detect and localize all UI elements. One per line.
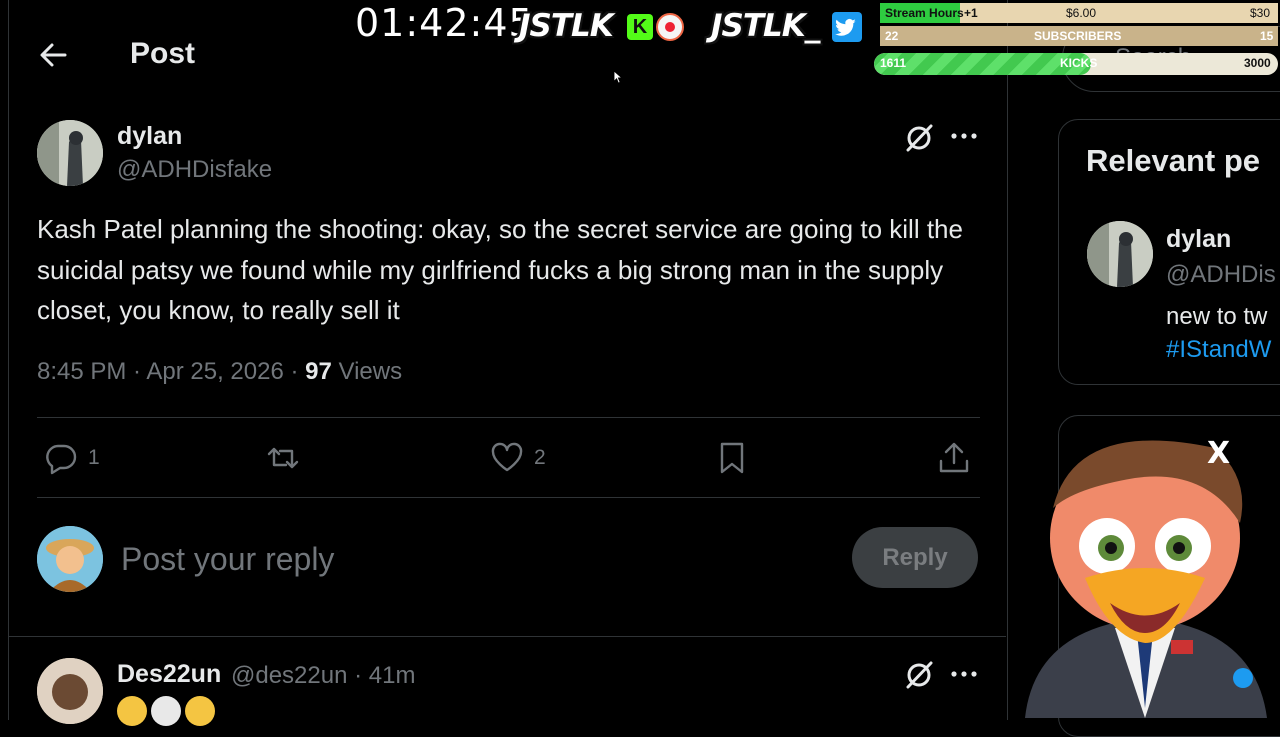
stream-hours-bar: Stream Hours +1 $6.00 $30 [880, 3, 1278, 23]
reply-author-avatar[interactable] [37, 658, 103, 724]
stream-hours-end: $30 [1250, 6, 1271, 20]
subscribers-goal: 15 [1260, 29, 1274, 43]
relevant-user-handle[interactable]: @ADHDis [1166, 261, 1276, 289]
current-user-avatar[interactable] [37, 526, 103, 592]
reply-count: 1 [88, 446, 100, 469]
share-icon [939, 442, 969, 473]
mascot-close-label: X [1207, 436, 1231, 471]
relevant-user-bio: new to tw [1166, 303, 1268, 330]
post-text: Kash Patel planning the shooting: okay, … [37, 214, 963, 325]
back-arrow-icon[interactable] [38, 40, 68, 70]
emoji-icon [151, 696, 181, 726]
like-icon [491, 442, 523, 472]
author-name[interactable]: dylan [117, 122, 182, 151]
divider-top [37, 417, 980, 418]
stream-timer: 01:42:45 [355, 1, 534, 45]
repost-icon [267, 447, 299, 469]
mouse-cursor-icon [613, 69, 624, 89]
grok-icon[interactable] [903, 658, 935, 690]
post-timestamp[interactable]: 8:45 PM · Apr 25, 2026 · [37, 358, 305, 385]
kicks-fill [874, 53, 1091, 75]
mascot-illustration [1015, 428, 1277, 718]
views-count: 97 [305, 358, 332, 385]
subscribers-label: SUBSCRIBERS [1034, 29, 1122, 43]
more-icon[interactable] [950, 664, 978, 684]
kick-icon: K [627, 14, 653, 40]
relevant-user-avatar[interactable] [1087, 221, 1153, 287]
kicks-label: KICKS [1060, 56, 1098, 70]
post-meta: 8:45 PM · Apr 25, 2026 · 97 Views [37, 358, 402, 386]
share-action[interactable] [937, 438, 971, 478]
kicks-goal: 3000 [1244, 56, 1271, 70]
brand-logo-twitter: JSTLK_ [711, 8, 820, 44]
reply-author-name[interactable]: Des22un [117, 660, 221, 689]
kicks-current: 1611 [880, 56, 907, 70]
twitter-bird-icon [832, 12, 862, 42]
brand-logo-kick: JSTLK [519, 8, 614, 44]
stream-hours-mid: $6.00 [1066, 6, 1097, 20]
reply-input[interactable] [119, 536, 823, 582]
reply-button[interactable]: Reply [852, 527, 978, 588]
like-count: 2 [534, 446, 546, 469]
stream-hours-bonus: +1 [964, 6, 978, 20]
relevant-user-hashtag[interactable]: #IStandW [1166, 336, 1271, 364]
divider-replies [9, 636, 1006, 637]
stream-hours-label: Stream Hours [885, 6, 964, 20]
reply-action[interactable]: 1 [44, 438, 100, 478]
subscribers-current: 22 [885, 29, 899, 43]
emoji-icon [117, 696, 147, 726]
emoji-icon [185, 696, 215, 726]
reply-emoji-row [117, 696, 215, 726]
reply-author-meta[interactable]: @des22un · 41m [231, 662, 415, 690]
relevant-people-title: Relevant pe [1086, 143, 1261, 178]
page-title: Post [130, 37, 196, 70]
repost-action[interactable] [266, 438, 310, 478]
grok-icon[interactable] [903, 121, 935, 153]
record-icon [656, 13, 684, 41]
divider-bottom [37, 497, 980, 498]
kicks-bar: 1611 KICKS 3000 [874, 53, 1278, 75]
like-action[interactable]: 2 [490, 438, 546, 478]
bookmark-icon [720, 442, 744, 474]
relevant-user-name[interactable]: dylan [1166, 225, 1231, 254]
author-handle[interactable]: @ADHDisfake [117, 156, 272, 184]
subscribers-bar: 22 SUBSCRIBERS 15 [880, 26, 1278, 46]
views-label: Views [331, 358, 403, 385]
reply-icon [46, 444, 77, 475]
author-avatar[interactable] [37, 120, 103, 186]
more-icon[interactable] [950, 126, 978, 146]
bookmark-action[interactable] [715, 438, 749, 478]
